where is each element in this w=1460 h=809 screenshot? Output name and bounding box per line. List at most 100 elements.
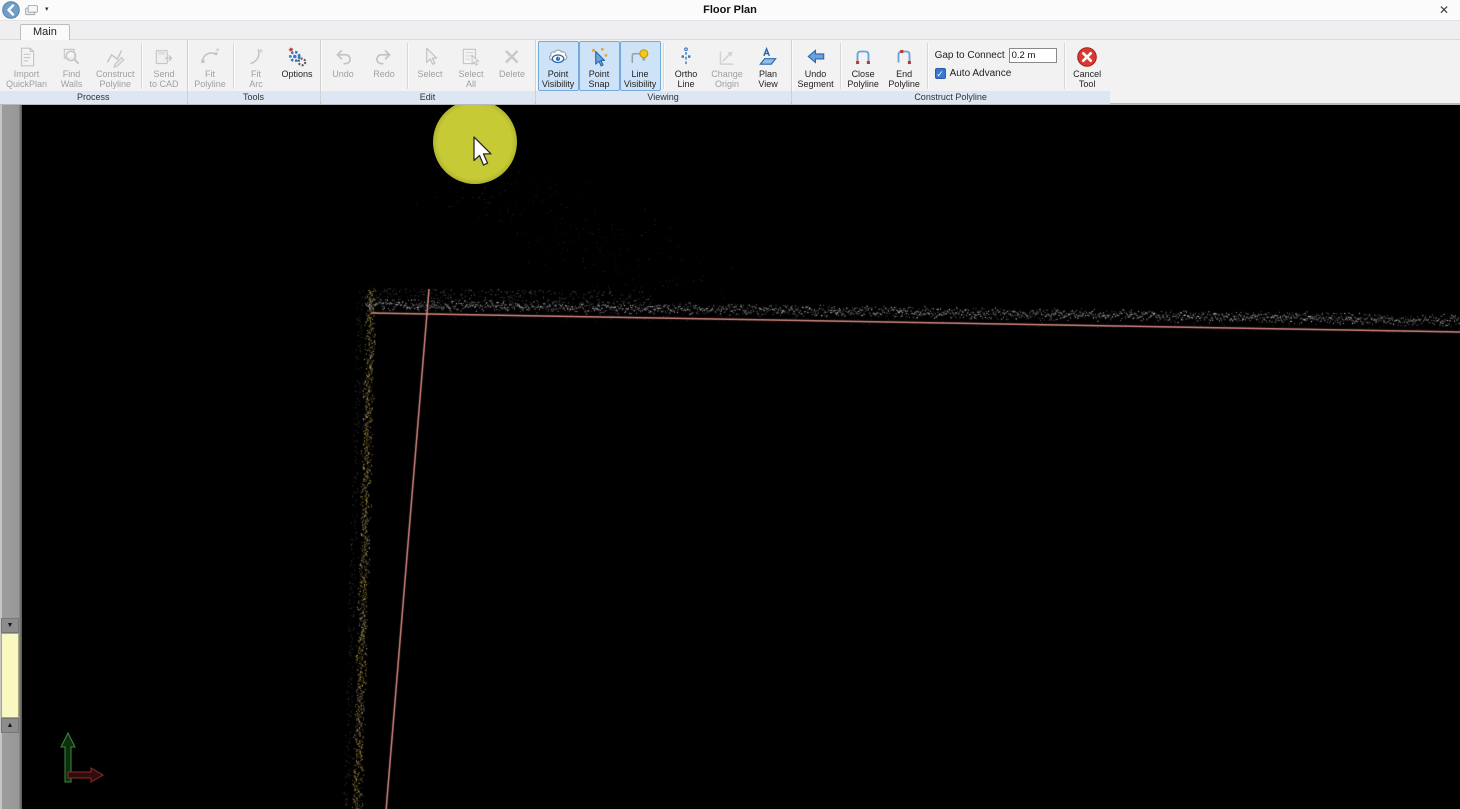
scroll-down-icon: ▼ (7, 622, 14, 629)
divider (927, 43, 928, 89)
cancel-tool-button[interactable]: Cancel Tool (1067, 41, 1108, 91)
ribbon-group-edit: Undo Redo Select Select All Delete Edit (321, 40, 535, 103)
undo-segment-icon (805, 45, 827, 69)
import-quickplan-button: Import QuickPlan (2, 41, 51, 91)
change-origin-button: Change Origin (707, 41, 748, 91)
point-visibility-icon (547, 45, 569, 69)
fit-arc-button: Fit Arc (236, 41, 277, 91)
group-caption: Viewing (536, 91, 791, 104)
button-label: Point Visibility (542, 69, 574, 89)
button-label: Select All (459, 69, 484, 89)
construct-polyline-icon (104, 45, 126, 69)
fit-arc-icon (245, 45, 267, 69)
tab-main[interactable]: Main (20, 24, 70, 40)
back-button[interactable] (2, 1, 20, 19)
point-cloud-canvas[interactable] (22, 105, 1460, 809)
auto-advance-checkbox[interactable]: ✓ (935, 68, 946, 79)
window-stack-icon (24, 3, 39, 18)
close-polyline-button[interactable]: Close Polyline (843, 41, 884, 91)
end-polyline-button[interactable]: End Polyline (884, 41, 925, 91)
undo-icon (332, 45, 354, 69)
button-label: Ortho Line (675, 69, 698, 89)
divider (233, 43, 234, 89)
send-to-cad-button: Send to CAD (144, 41, 185, 91)
ortho-line-icon (675, 45, 697, 69)
button-label: Cancel Tool (1073, 69, 1101, 89)
fit-polyline-icon (199, 45, 221, 69)
construct-polyline-button: Construct Polyline (92, 41, 139, 91)
button-label: Find Walls (61, 69, 83, 89)
auto-advance-label: Auto Advance (950, 68, 1012, 79)
back-arrow-icon (2, 1, 20, 19)
close-button[interactable]: ✕ (1428, 3, 1460, 17)
end-polyline-icon (893, 45, 915, 69)
button-label: Send to CAD (150, 69, 179, 89)
button-label: Fit Arc (249, 69, 263, 89)
redo-button: Redo (364, 41, 405, 91)
point-snap-button[interactable]: Point Snap (579, 41, 620, 91)
options-button[interactable]: Options (277, 41, 318, 91)
quick-access-dropdown-icon[interactable]: ▾ (43, 5, 51, 15)
send-to-cad-icon (153, 45, 175, 69)
redo-icon (373, 45, 395, 69)
divider (663, 43, 664, 89)
ribbon-group-viewing: Point VisibilityPoint SnapLine Visibilit… (536, 40, 791, 103)
import-quickplan-icon (16, 45, 38, 69)
button-label: Close Polyline (847, 69, 879, 89)
fit-polyline-button: Fit Polyline (190, 41, 231, 91)
point-visibility-button[interactable]: Point Visibility (538, 41, 579, 91)
select-all-icon (460, 45, 482, 69)
button-label: Undo (332, 69, 354, 79)
scroll-up-icon: ▲ (7, 722, 14, 729)
mouse-cursor-icon (470, 135, 498, 169)
button-label: Construct Polyline (96, 69, 135, 89)
button-label: Delete (499, 69, 525, 79)
select-button: Select (410, 41, 451, 91)
scroll-down-button[interactable]: ▼ (1, 618, 19, 633)
ribbon: Import QuickPlan Find Walls Construct Poly… (0, 40, 1460, 105)
button-label: End Polyline (888, 69, 920, 89)
button-label: Options (282, 69, 313, 79)
group-caption: Edit (321, 91, 535, 104)
close-polyline-icon (852, 45, 874, 69)
plan-view-button[interactable]: Plan View (748, 41, 789, 91)
plan-view-icon (757, 45, 779, 69)
app-icon (24, 3, 39, 18)
line-visibility-button[interactable]: Line Visibility (620, 41, 661, 91)
ribbon-group-construct-polyline: Undo Segment Close Polyline End Polyline Ga… (792, 40, 1110, 103)
ribbon-group-process: Import QuickPlan Find Walls Construct Poly… (0, 40, 187, 103)
select-icon (419, 45, 441, 69)
delete-icon (501, 45, 523, 69)
cancel-tool-icon (1076, 45, 1098, 69)
group-caption: Construct Polyline (792, 91, 1110, 104)
find-walls-icon (61, 45, 83, 69)
divider (1064, 43, 1065, 89)
group-caption: Process (0, 91, 187, 104)
group-caption: Tools (188, 91, 320, 104)
quick-access-toolbar: ▾ (0, 1, 51, 19)
elevation-slider-thumb[interactable] (1, 633, 19, 718)
button-label: Change Origin (711, 69, 743, 89)
button-label: Fit Polyline (194, 69, 226, 89)
line-visibility-icon (629, 45, 651, 69)
elevation-scrollbar[interactable]: ▼ ▲ (0, 105, 22, 809)
button-label: Select (418, 69, 443, 79)
button-label: Plan View (758, 69, 777, 89)
floor-plan-window: ▾ Floor Plan ✕ Main Import QuickPlan Find… (0, 0, 1460, 809)
select-all-button: Select All (451, 41, 492, 91)
options-icon (286, 45, 308, 69)
change-origin-icon (716, 45, 738, 69)
button-label: Redo (373, 69, 395, 79)
scroll-up-button[interactable]: ▲ (1, 718, 19, 733)
gap-to-connect-label: Gap to Connect (935, 50, 1005, 61)
axis-indicator-icon (48, 725, 108, 791)
button-label: Line Visibility (624, 69, 656, 89)
button-label: Undo Segment (798, 69, 834, 89)
divider (141, 43, 142, 89)
construct-options-panel: Gap to Connect ✓ Auto Advance (930, 41, 1062, 91)
gap-to-connect-input[interactable] (1009, 48, 1057, 63)
undo-segment-button[interactable]: Undo Segment (794, 41, 838, 91)
ortho-line-button[interactable]: Ortho Line (666, 41, 707, 91)
viewport[interactable] (22, 105, 1460, 809)
window-title: Floor Plan (0, 4, 1460, 16)
